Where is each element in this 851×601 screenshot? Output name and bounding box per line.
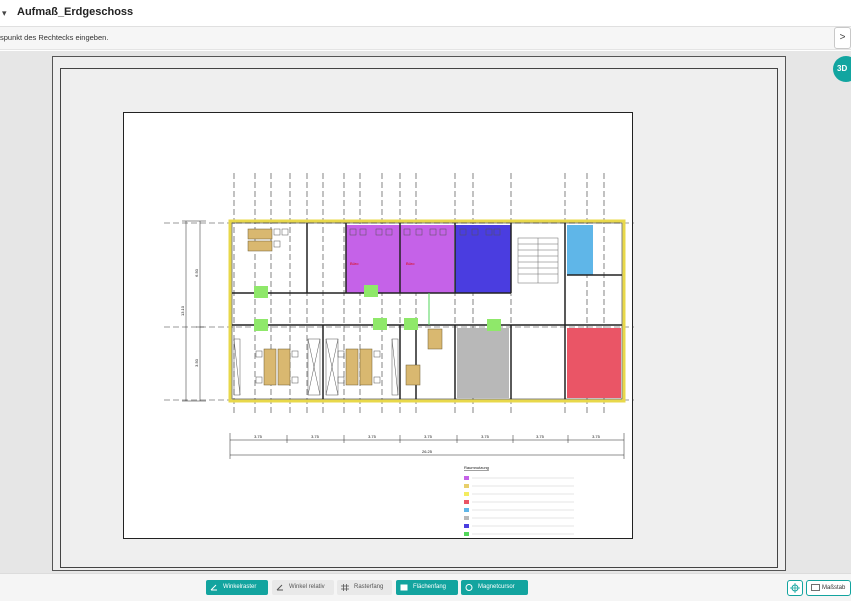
dimension-label: 3.75: [424, 434, 433, 439]
magnet-cursor-icon: [465, 584, 473, 591]
legend: Raumnutzung: [464, 465, 574, 536]
dimension-label: 3.75: [592, 434, 601, 439]
floor-plan[interactable]: Büro Büro 3.75 3.75 3.75 3.75 3.75 3.75 …: [124, 113, 634, 540]
room-fill: [567, 225, 593, 275]
room-label: Büro: [406, 261, 415, 266]
dimension-label: 3.75: [368, 434, 377, 439]
plot-paper: Büro Büro 3.75 3.75 3.75 3.75 3.75 3.75 …: [123, 112, 634, 540]
winkel-relativ-toggle[interactable]: Winkel relativ: [272, 580, 334, 595]
left-dimension-chain: [182, 220, 206, 402]
grid-snap-icon: [341, 584, 349, 591]
dimension-total: 13.10: [180, 305, 185, 316]
room-label: Büro: [350, 261, 359, 266]
document-title: Aufmaß_Erdgeschoss: [17, 6, 134, 18]
dimension-label: 3.75: [481, 434, 490, 439]
rasterfang-toggle[interactable]: Rasterfang: [337, 580, 392, 595]
dimension-label: 6.50: [194, 268, 199, 277]
winkelraster-toggle[interactable]: Winkelraster: [206, 580, 268, 595]
stair: [517, 237, 559, 284]
dimension-label: 3.50: [194, 358, 199, 367]
scale-button[interactable]: Maßstab: [806, 580, 851, 596]
dimension-label: 3.75: [311, 434, 320, 439]
dimension-label: 3.75: [254, 434, 263, 439]
room-fill: [457, 328, 509, 398]
chevron-down-icon[interactable]: ▾: [2, 8, 7, 19]
dimension-label: 3.75: [536, 434, 545, 439]
ruler-icon: [811, 584, 820, 591]
room-fill: [567, 328, 621, 398]
crosshair-icon: [790, 583, 800, 593]
area-snap-icon: [400, 584, 408, 591]
snap-settings-button[interactable]: [787, 580, 803, 596]
shelves: [233, 338, 399, 396]
tool-label: Rasterfang: [354, 584, 384, 590]
command-prompt: spunkt des Rechtecks eingeben.: [0, 27, 851, 50]
tool-label: Winkel relativ: [289, 584, 325, 590]
scale-label: Maßstab: [822, 585, 846, 591]
flaechenfang-toggle[interactable]: Flächenfang: [396, 580, 458, 595]
prompt-next-button[interactable]: >: [834, 27, 851, 49]
magnetcursor-toggle[interactable]: Magnetcursor: [461, 580, 528, 595]
relative-angle-icon: [276, 584, 283, 591]
prompt-text: spunkt des Rechtecks eingeben.: [0, 33, 109, 42]
legend-title: Raumnutzung: [464, 465, 489, 470]
tool-label: Magnetcursor: [478, 584, 515, 590]
title-bar: ▾ Aufmaß_Erdgeschoss: [0, 0, 851, 27]
tool-label: Winkelraster: [223, 584, 257, 590]
dimension-total: 26.25: [422, 449, 433, 454]
angle-grid-icon: [210, 584, 217, 591]
tool-label: Flächenfang: [413, 584, 447, 590]
